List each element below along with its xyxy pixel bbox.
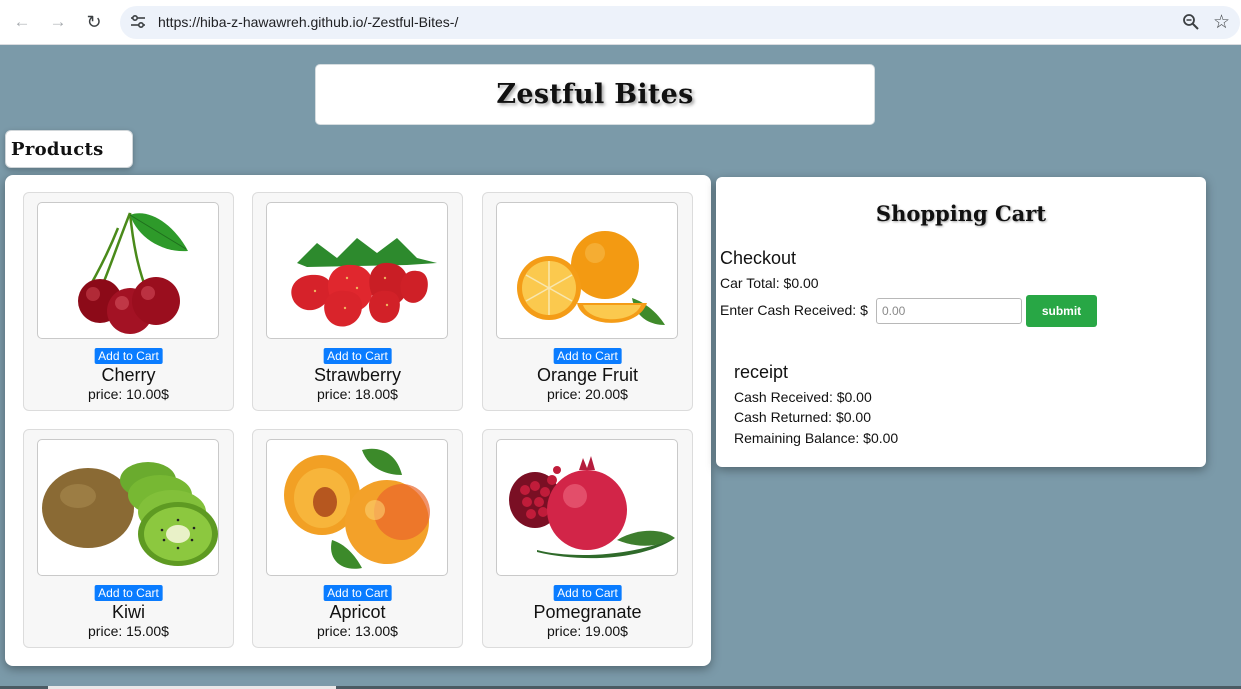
product-price: price: 10.00$ (88, 386, 169, 402)
receipt-remaining-balance: Remaining Balance: $0.00 (734, 430, 899, 446)
product-price: price: 18.00$ (317, 386, 398, 402)
product-name: Pomegranate (533, 602, 642, 622)
zoom-icon[interactable] (1182, 13, 1200, 31)
product-name: Kiwi (111, 602, 145, 622)
address-bar[interactable]: https://hiba-z-hawawreh.github.io/-Zestf… (120, 6, 1240, 39)
add-to-cart-button[interactable]: Add to Cart (553, 348, 622, 364)
product-card-apricot: Add to Cart Apricot price: 13.00$ (252, 429, 463, 648)
receipt-cash-received: Cash Received: $0.00 (734, 389, 872, 405)
orange-image (496, 202, 678, 339)
product-card-kiwi: Add to Cart Kiwi price: 15.00$ (23, 429, 234, 648)
product-name: Strawberry (313, 365, 402, 385)
product-price: price: 19.00$ (547, 623, 628, 639)
kiwi-image (37, 439, 219, 576)
products-label-box: Products (5, 130, 133, 168)
add-to-cart-button[interactable]: Add to Cart (323, 585, 392, 601)
cherry-image (37, 202, 219, 339)
page-title: Zestful Bites (496, 79, 694, 110)
checkout-heading: Checkout (720, 248, 797, 268)
submit-button[interactable]: submit (1026, 295, 1097, 327)
cart-title: Shopping Cart (875, 201, 1047, 226)
apricot-image (266, 439, 448, 576)
product-price: price: 13.00$ (317, 623, 398, 639)
cash-received-input[interactable] (876, 298, 1022, 324)
product-name: Cherry (101, 365, 156, 385)
add-to-cart-button[interactable]: Add to Cart (94, 348, 163, 364)
products-label: Products (11, 138, 104, 160)
product-name: Apricot (329, 602, 386, 622)
forward-arrow-icon[interactable]: → (47, 11, 69, 33)
pomegranate-image (496, 439, 678, 576)
product-name: Orange Fruit (536, 365, 639, 385)
add-to-cart-button[interactable]: Add to Cart (94, 585, 163, 601)
product-card-orange: Add to Cart Orange Fruit price: 20.00$ (482, 192, 693, 411)
back-arrow-icon[interactable]: ← (11, 11, 33, 33)
add-to-cart-button[interactable]: Add to Cart (323, 348, 392, 364)
product-card-strawberry: Add to Cart Strawberry price: 18.00$ (252, 192, 463, 411)
shopping-cart-panel: Shopping Cart Checkout Car Total: $0.00 … (716, 177, 1206, 467)
product-price: price: 20.00$ (547, 386, 628, 402)
receipt-cash-returned: Cash Returned: $0.00 (734, 409, 871, 425)
reload-icon[interactable]: ↻ (83, 11, 105, 33)
cart-total: Car Total: $0.00 (720, 275, 819, 291)
add-to-cart-button[interactable]: Add to Cart (553, 585, 622, 601)
site-info-icon[interactable] (129, 13, 147, 31)
product-card-cherry: Add to Cart Cherry price: 10.00$ (23, 192, 234, 411)
site-header: Zestful Bites (315, 64, 875, 125)
bookmark-star-icon[interactable]: ☆ (1213, 11, 1230, 34)
url-text[interactable]: https://hiba-z-hawawreh.github.io/-Zestf… (158, 14, 458, 30)
browser-toolbar: ← → ↻ https://hiba-z-hawawreh.github.io/… (0, 0, 1241, 45)
cash-received-label: Enter Cash Received: $ (720, 302, 868, 318)
product-card-pomegranate: Add to Cart Pomegranate price: 19.00$ (482, 429, 693, 648)
strawberry-image (266, 202, 448, 339)
product-price: price: 15.00$ (88, 623, 169, 639)
products-panel: Add to Cart Cherry price: 10.00$ Add to … (5, 175, 711, 666)
receipt-heading: receipt (734, 362, 789, 382)
